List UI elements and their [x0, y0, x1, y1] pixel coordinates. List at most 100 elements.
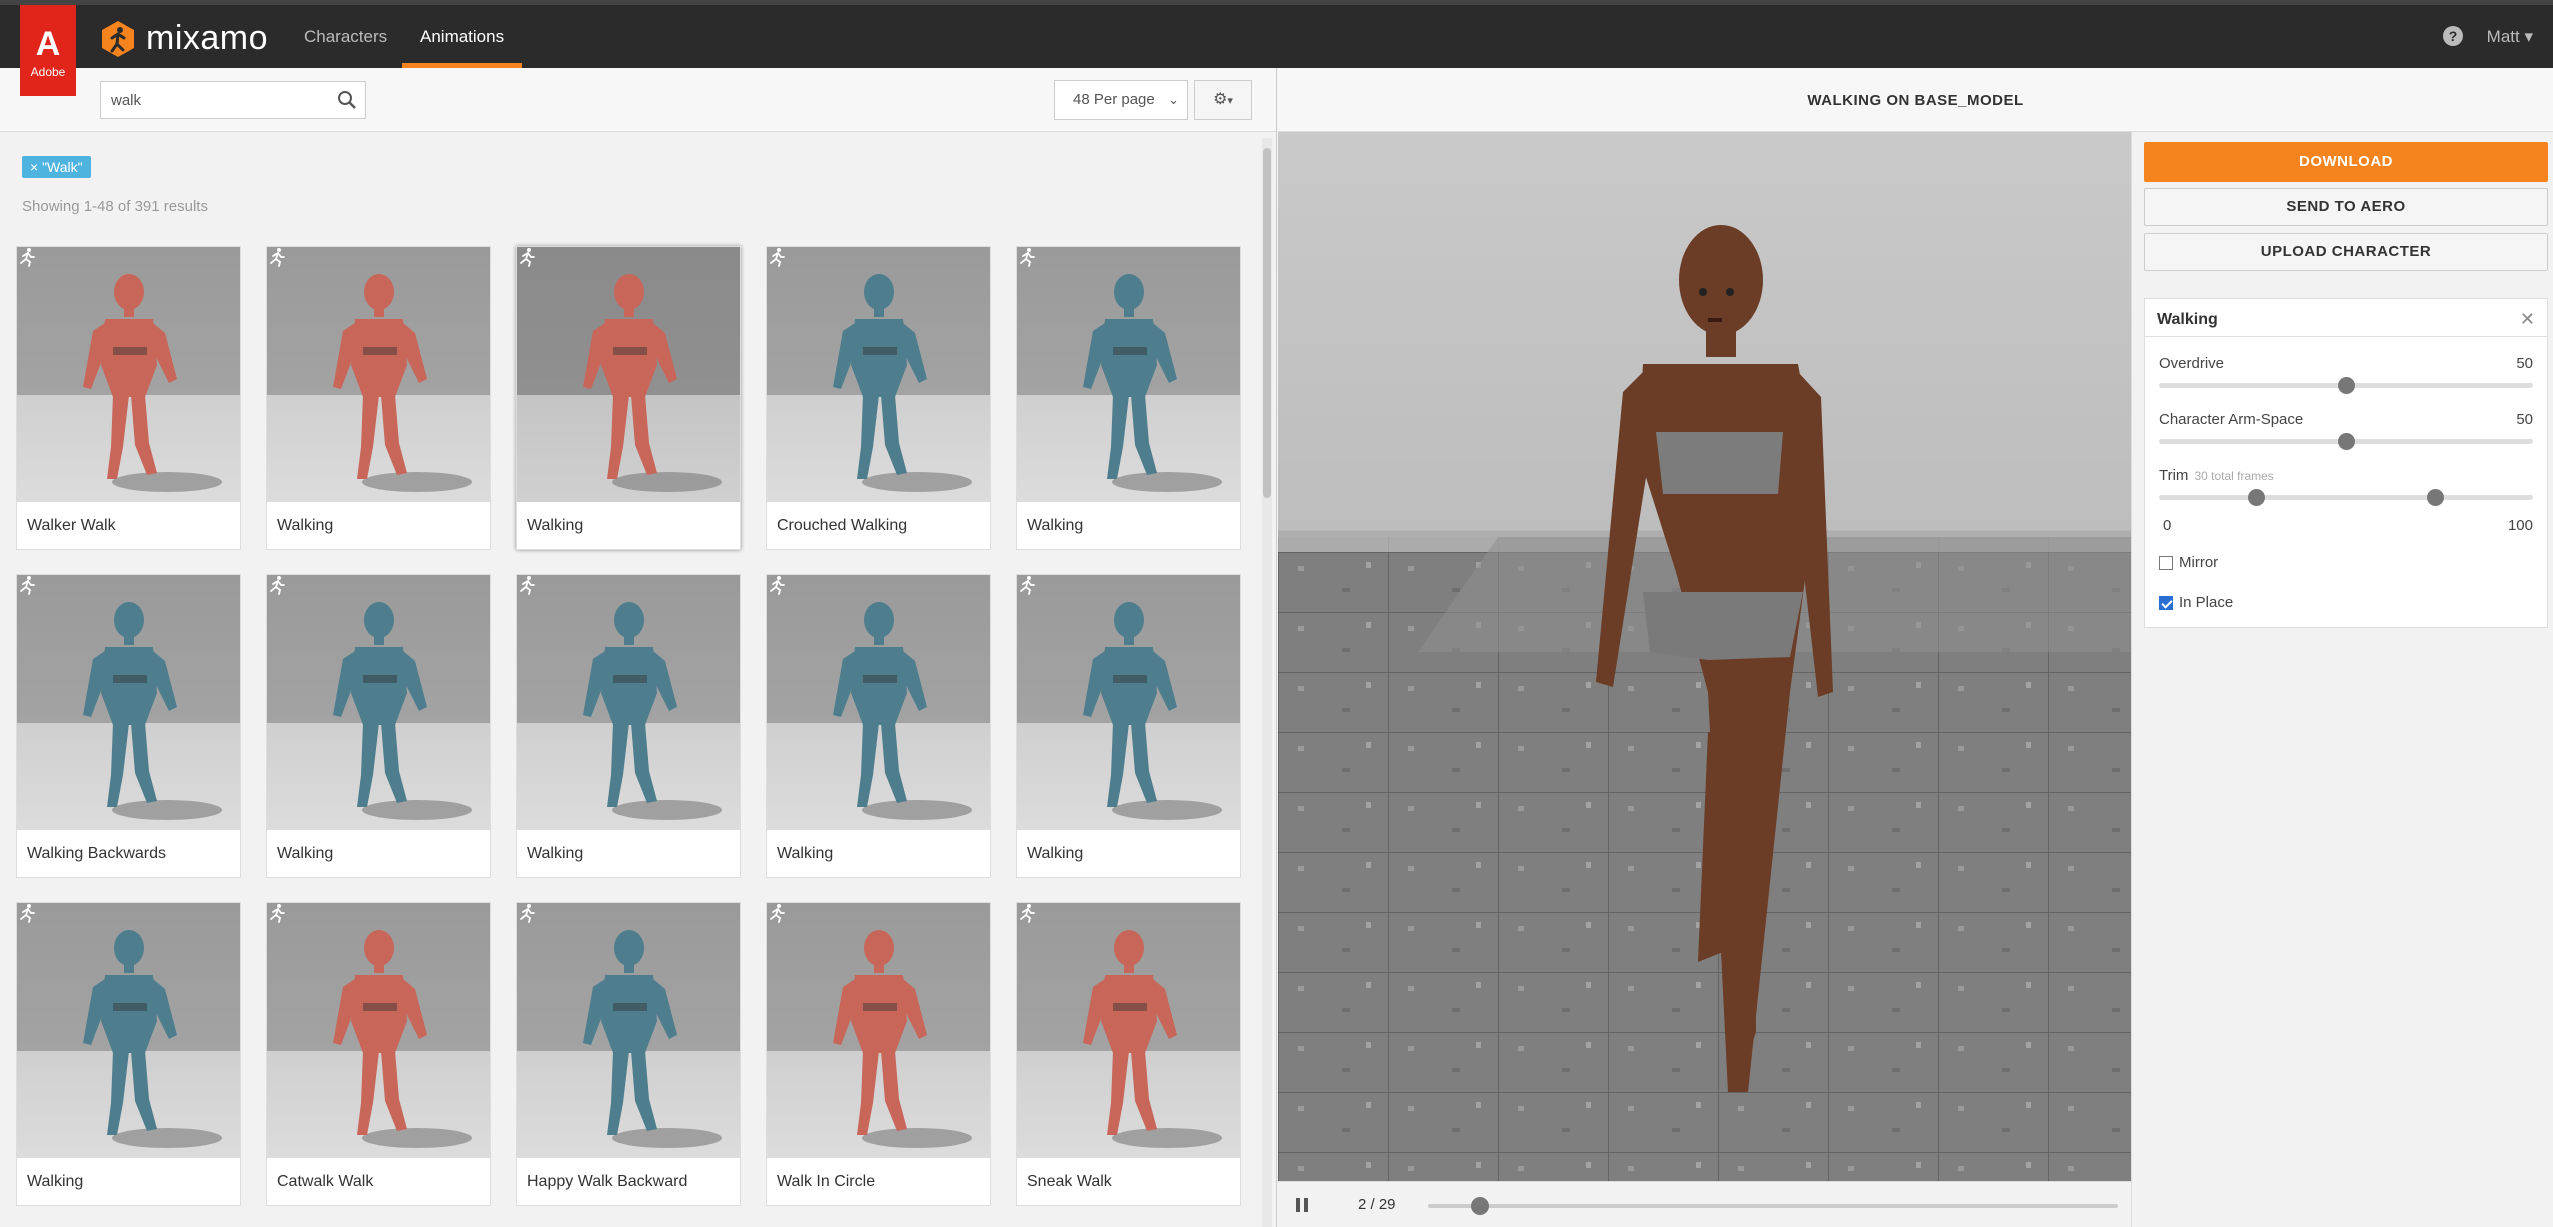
- upload-character-button[interactable]: UPLOAD CHARACTER: [2144, 233, 2548, 271]
- send-to-aero-button[interactable]: SEND TO AERO: [2144, 188, 2548, 226]
- mannequin-figure: [833, 274, 972, 492]
- animation-thumbnail: [1017, 903, 1240, 1158]
- chevron-down-icon: ▾: [2524, 27, 2533, 46]
- running-figure-icon: [270, 576, 285, 595]
- caret-down-icon: ▾: [1227, 95, 1233, 107]
- animation-card[interactable]: Catwalk Walk: [266, 902, 491, 1206]
- animation-card[interactable]: Crouched Walking: [766, 246, 991, 550]
- per-page-select[interactable]: 48 Per page ⌄: [1054, 80, 1188, 120]
- animation-card[interactable]: Sneak Walk: [1016, 902, 1241, 1206]
- animation-card[interactable]: Walking: [266, 246, 491, 550]
- animation-card-label: Walking: [777, 845, 834, 862]
- tab-animations[interactable]: Animations: [402, 5, 523, 68]
- running-figure-icon: [270, 248, 285, 267]
- timeline-slider[interactable]: [1428, 1197, 2118, 1215]
- animation-card-label: Walk In Circle: [777, 1173, 876, 1190]
- arm-space-slider[interactable]: [2159, 433, 2533, 450]
- running-figure-icon: [1020, 576, 1035, 595]
- trim-label: Trim 30 total frames: [2159, 467, 2274, 484]
- adobe-mark-icon: A: [35, 25, 61, 63]
- mannequin-figure: [833, 930, 972, 1148]
- animation-card[interactable]: Walking: [1016, 246, 1241, 550]
- download-button[interactable]: DOWNLOAD: [2144, 142, 2548, 182]
- search-input[interactable]: [101, 82, 321, 118]
- mannequin-figure: [83, 274, 222, 492]
- scrollbar-thumb[interactable]: [1263, 148, 1271, 498]
- animation-card-label: Catwalk Walk: [277, 1173, 374, 1190]
- mannequin-figure: [333, 274, 472, 492]
- animation-card-label: Walking: [1027, 517, 1084, 534]
- scrollbar[interactable]: [1262, 138, 1272, 1227]
- animation-card[interactable]: Walking: [516, 246, 741, 550]
- help-icon[interactable]: ?: [2443, 26, 2463, 46]
- mannequin-figure: [833, 602, 972, 820]
- animation-card-label: Walking: [1027, 845, 1084, 862]
- adobe-logo[interactable]: A Adobe: [20, 5, 76, 96]
- running-figure-icon: [770, 904, 785, 923]
- search-icon[interactable]: [337, 90, 357, 110]
- animation-card[interactable]: Walker Walk: [16, 246, 241, 550]
- trim-end-handle[interactable]: [2427, 489, 2445, 506]
- running-figure-icon: [520, 248, 535, 267]
- trim-start-handle[interactable]: [2247, 489, 2265, 506]
- settings-header: Walking ✕: [2145, 299, 2547, 337]
- mirror-checkbox[interactable]: [2159, 555, 2173, 570]
- timeline-handle[interactable]: [1470, 1197, 1489, 1215]
- animation-card-label: Sneak Walk: [1027, 1173, 1112, 1190]
- trim-slider[interactable]: [2159, 489, 2533, 506]
- animation-card[interactable]: Walking Backwards: [16, 574, 241, 878]
- animation-browser: 48 Per page ⌄ ⚙▾ × "Walk" Showing 1-48 o…: [0, 68, 1277, 1227]
- arm-space-value: 50: [2516, 411, 2533, 428]
- animation-card-label: Happy Walk Backward: [527, 1173, 688, 1190]
- mirror-option[interactable]: Mirror: [2159, 554, 2218, 571]
- animation-thumbnail: [267, 575, 490, 830]
- animation-thumbnail: [17, 575, 240, 830]
- animation-card[interactable]: Walking: [516, 574, 741, 878]
- in-place-label: In Place: [2179, 594, 2234, 611]
- search-toolbar: 48 Per page ⌄ ⚙▾: [0, 68, 1276, 132]
- mannequin-figure: [1083, 274, 1222, 492]
- in-place-option[interactable]: In Place: [2159, 594, 2233, 611]
- animation-card-label: Walking Backwards: [27, 845, 167, 862]
- in-place-checkbox[interactable]: [2159, 595, 2173, 610]
- mannequin-figure: [583, 930, 722, 1148]
- viewer-header: WALKING ON BASE_MODEL: [1278, 68, 2553, 132]
- filter-tag[interactable]: × "Walk": [22, 156, 91, 178]
- adobe-label: Adobe: [30, 65, 66, 79]
- 3d-viewport[interactable]: [1278, 132, 2131, 1181]
- search-box[interactable]: [100, 81, 366, 119]
- running-figure-icon: [1020, 248, 1035, 267]
- animation-thumbnail: [1017, 575, 1240, 830]
- user-menu[interactable]: Matt ▾: [2487, 27, 2533, 47]
- overdrive-value: 50: [2516, 355, 2533, 372]
- running-figure-icon: [270, 904, 285, 923]
- mannequin-figure: [583, 602, 722, 820]
- animation-card[interactable]: Walking: [16, 902, 241, 1206]
- app-name: mixamo: [146, 19, 269, 57]
- mirror-label: Mirror: [2179, 554, 2219, 571]
- animation-card[interactable]: Walking: [766, 574, 991, 878]
- mannequin-figure: [83, 602, 222, 820]
- pause-icon[interactable]: [1294, 1197, 1310, 1213]
- overdrive-handle[interactable]: [2337, 377, 2355, 394]
- running-figure-icon: [20, 248, 35, 267]
- character-preview: [1278, 225, 2131, 1181]
- animation-card-label: Walking: [27, 1173, 84, 1190]
- settings-dropdown-button[interactable]: ⚙▾: [1194, 80, 1252, 120]
- tab-characters[interactable]: Characters: [286, 5, 405, 68]
- animation-card[interactable]: Happy Walk Backward: [516, 902, 741, 1206]
- animation-card[interactable]: Walking: [266, 574, 491, 878]
- mannequin-figure: [1083, 930, 1222, 1148]
- animation-settings: Walking ✕ Overdrive 50 Character Arm-Spa…: [2144, 298, 2548, 628]
- animation-side-panel: DOWNLOAD SEND TO AERO UPLOAD CHARACTER W…: [2131, 132, 2553, 1227]
- animation-card[interactable]: Walk In Circle: [766, 902, 991, 1206]
- animation-card[interactable]: Walking: [1016, 574, 1241, 878]
- animation-thumbnail: [767, 575, 990, 830]
- close-icon[interactable]: ✕: [2520, 309, 2535, 330]
- overdrive-slider[interactable]: [2159, 377, 2533, 394]
- running-figure-icon: [770, 576, 785, 595]
- running-figure-icon: [770, 248, 785, 267]
- arm-space-handle[interactable]: [2337, 433, 2355, 450]
- mannequin-figure: [333, 602, 472, 820]
- mixamo-logo[interactable]: mixamo: [100, 19, 268, 58]
